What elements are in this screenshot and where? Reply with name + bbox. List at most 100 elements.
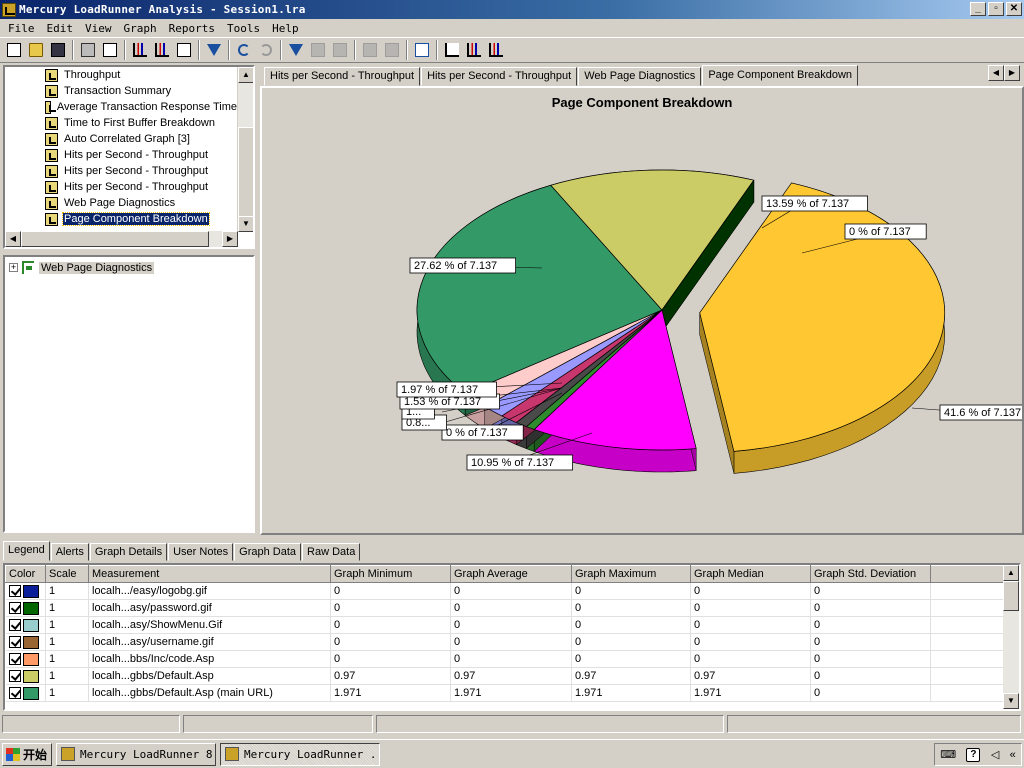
graph-tab[interactable]: Page Component Breakdown — [702, 65, 859, 86]
display-options-button[interactable] — [463, 39, 485, 61]
visibility-checkbox[interactable] — [8, 636, 21, 648]
color-swatch[interactable] — [22, 618, 39, 632]
speaker-icon[interactable]: ◁ — [991, 748, 999, 761]
tree-item[interactable]: Web Page Diagnostics — [5, 195, 238, 211]
help-icon[interactable]: ? — [966, 747, 981, 762]
menu-tools[interactable]: Tools — [221, 22, 266, 35]
granularity-button[interactable] — [329, 39, 351, 61]
tab-alerts[interactable]: Alerts — [50, 543, 89, 561]
menu-reports[interactable]: Reports — [163, 22, 221, 35]
menu-file[interactable]: File — [2, 22, 41, 35]
legend-row[interactable]: 1 localh...asy/password.gif 0 0 0 0 0 — [5, 599, 1010, 617]
column-header[interactable]: Graph Average — [450, 565, 572, 583]
visibility-checkbox[interactable] — [8, 619, 21, 631]
close-button[interactable]: ✕ — [1006, 2, 1022, 16]
column-header[interactable]: Measurement — [88, 565, 331, 583]
tab-legend[interactable]: Legend — [3, 541, 50, 561]
color-swatch[interactable] — [22, 601, 39, 615]
tab-scroll-left-button[interactable]: ◀ — [988, 65, 1004, 81]
clear-filter-button[interactable] — [307, 39, 329, 61]
legend-button[interactable] — [485, 39, 507, 61]
graph-button[interactable] — [151, 39, 173, 61]
pie-chart[interactable]: 41.6 % of 7.137 10.95 % of 7.137 0 % of 7.… — [262, 88, 1022, 533]
legend-row[interactable]: 1 localh.../easy/logobg.gif 0 0 0 0 0 — [5, 582, 1010, 600]
add-graph-button[interactable] — [129, 39, 151, 61]
new-button[interactable] — [3, 39, 25, 61]
print-button[interactable] — [77, 39, 99, 61]
column-header[interactable]: Color — [5, 565, 46, 583]
undo-button[interactable] — [233, 39, 255, 61]
visibility-checkbox[interactable] — [8, 653, 21, 665]
scroll-up-button[interactable]: ▲ — [238, 67, 253, 83]
color-swatch[interactable] — [22, 584, 39, 598]
tree-item[interactable]: Transaction Summary — [5, 83, 238, 99]
tray-expand-icon[interactable]: « — [1010, 749, 1016, 761]
legend-scroll-down-button[interactable]: ▼ — [1003, 693, 1019, 709]
menu-view[interactable]: View — [79, 22, 118, 35]
print-preview-button[interactable] — [99, 39, 121, 61]
graph-tab[interactable]: Hits per Second - Throughput — [264, 67, 421, 86]
legend-row[interactable]: 1 localh...gbbs/Default.Asp (main URL) 1.9… — [5, 684, 1010, 702]
tree-item[interactable]: Time to First Buffer Breakdown — [5, 115, 238, 131]
filter-button[interactable] — [203, 39, 225, 61]
hscroll-thumb[interactable] — [21, 231, 209, 247]
column-header[interactable]: Scale — [45, 565, 89, 583]
legend-scroll-up-button[interactable]: ▲ — [1003, 565, 1019, 581]
graph-tab[interactable]: Hits per Second - Throughput — [421, 67, 578, 86]
tab-graph-data[interactable]: Graph Data — [234, 543, 302, 561]
color-swatch[interactable] — [22, 669, 39, 683]
menu-graph[interactable]: Graph — [118, 22, 163, 35]
scroll-down-button[interactable]: ▼ — [238, 216, 253, 232]
redo-button[interactable] — [255, 39, 277, 61]
web-page-diagnostics-node[interactable]: + Web Page Diagnostics — [9, 261, 155, 274]
keyboard-icon[interactable]: ⌨ — [940, 748, 956, 761]
tree-item[interactable]: Average Transaction Response Time — [5, 99, 238, 115]
taskbar-button-analysis[interactable]: Mercury LoadRunner ... — [220, 742, 380, 766]
tree-item[interactable]: Hits per Second - Throughput — [5, 147, 238, 163]
tab-graph-details[interactable]: Graph Details — [89, 543, 168, 561]
tab-user-notes[interactable]: User Notes — [168, 543, 234, 561]
scroll-right-button[interactable]: ▶ — [222, 231, 238, 247]
tab-scroll-right-button[interactable]: ▶ — [1004, 65, 1020, 81]
legend-row[interactable]: 1 localh...asy/ShowMenu.Gif 0 0 0 0 0 — [5, 616, 1010, 634]
scroll-left-button[interactable]: ◀ — [5, 231, 21, 247]
start-button[interactable]: 开始 — [2, 742, 52, 766]
merge-button[interactable] — [359, 39, 381, 61]
expand-icon[interactable]: + — [9, 263, 18, 272]
menu-edit[interactable]: Edit — [41, 22, 80, 35]
tab-raw-data[interactable]: Raw Data — [302, 543, 361, 561]
minimize-button[interactable]: _ — [970, 2, 986, 16]
legend-row[interactable]: 1 localh...asy/username.gif 0 0 0 0 0 — [5, 633, 1010, 651]
column-header[interactable]: Graph Std. Deviation — [810, 565, 931, 583]
column-header[interactable]: Graph Median — [690, 565, 811, 583]
report-button[interactable] — [411, 39, 433, 61]
legend-vertical-scrollbar[interactable]: ▲ ▼ — [1003, 565, 1019, 709]
legend-row[interactable]: 1 localh...gbbs/Default.Asp 0.97 0.97 0.97 0.… — [5, 667, 1010, 685]
column-header[interactable]: Graph Minimum — [330, 565, 451, 583]
legend-scroll-thumb[interactable] — [1003, 581, 1019, 611]
restore-button[interactable]: ▫ — [988, 2, 1004, 16]
color-swatch[interactable] — [22, 686, 39, 700]
tree-vertical-scrollbar[interactable]: ▲ ▼ — [237, 67, 253, 232]
tree-item[interactable]: Throughput — [5, 67, 238, 83]
column-header[interactable]: Graph Maximum — [571, 565, 691, 583]
tree-horizontal-scrollbar[interactable]: ◀ ▶ — [5, 231, 238, 247]
tree-item[interactable]: Page Component Breakdown — [5, 211, 238, 227]
legend-row[interactable]: 1 localh...bbs/Inc/code.Asp 0 0 0 0 0 — [5, 650, 1010, 668]
color-swatch[interactable] — [22, 652, 39, 666]
correlate-button[interactable] — [381, 39, 403, 61]
menu-help[interactable]: Help — [266, 22, 305, 35]
graph-tab[interactable]: Web Page Diagnostics — [578, 67, 702, 86]
tree-item[interactable]: Hits per Second - Throughput — [5, 179, 238, 195]
visibility-checkbox[interactable] — [8, 602, 21, 614]
properties-button[interactable] — [441, 39, 463, 61]
export-button[interactable] — [173, 39, 195, 61]
color-swatch[interactable] — [22, 635, 39, 649]
set-filter-button[interactable] — [285, 39, 307, 61]
app-icon[interactable] — [2, 2, 16, 17]
open-button[interactable] — [25, 39, 47, 61]
save-button[interactable] — [47, 39, 69, 61]
scroll-thumb[interactable] — [238, 127, 253, 219]
tree-item[interactable]: Hits per Second - Throughput — [5, 163, 238, 179]
visibility-checkbox[interactable] — [8, 585, 21, 597]
